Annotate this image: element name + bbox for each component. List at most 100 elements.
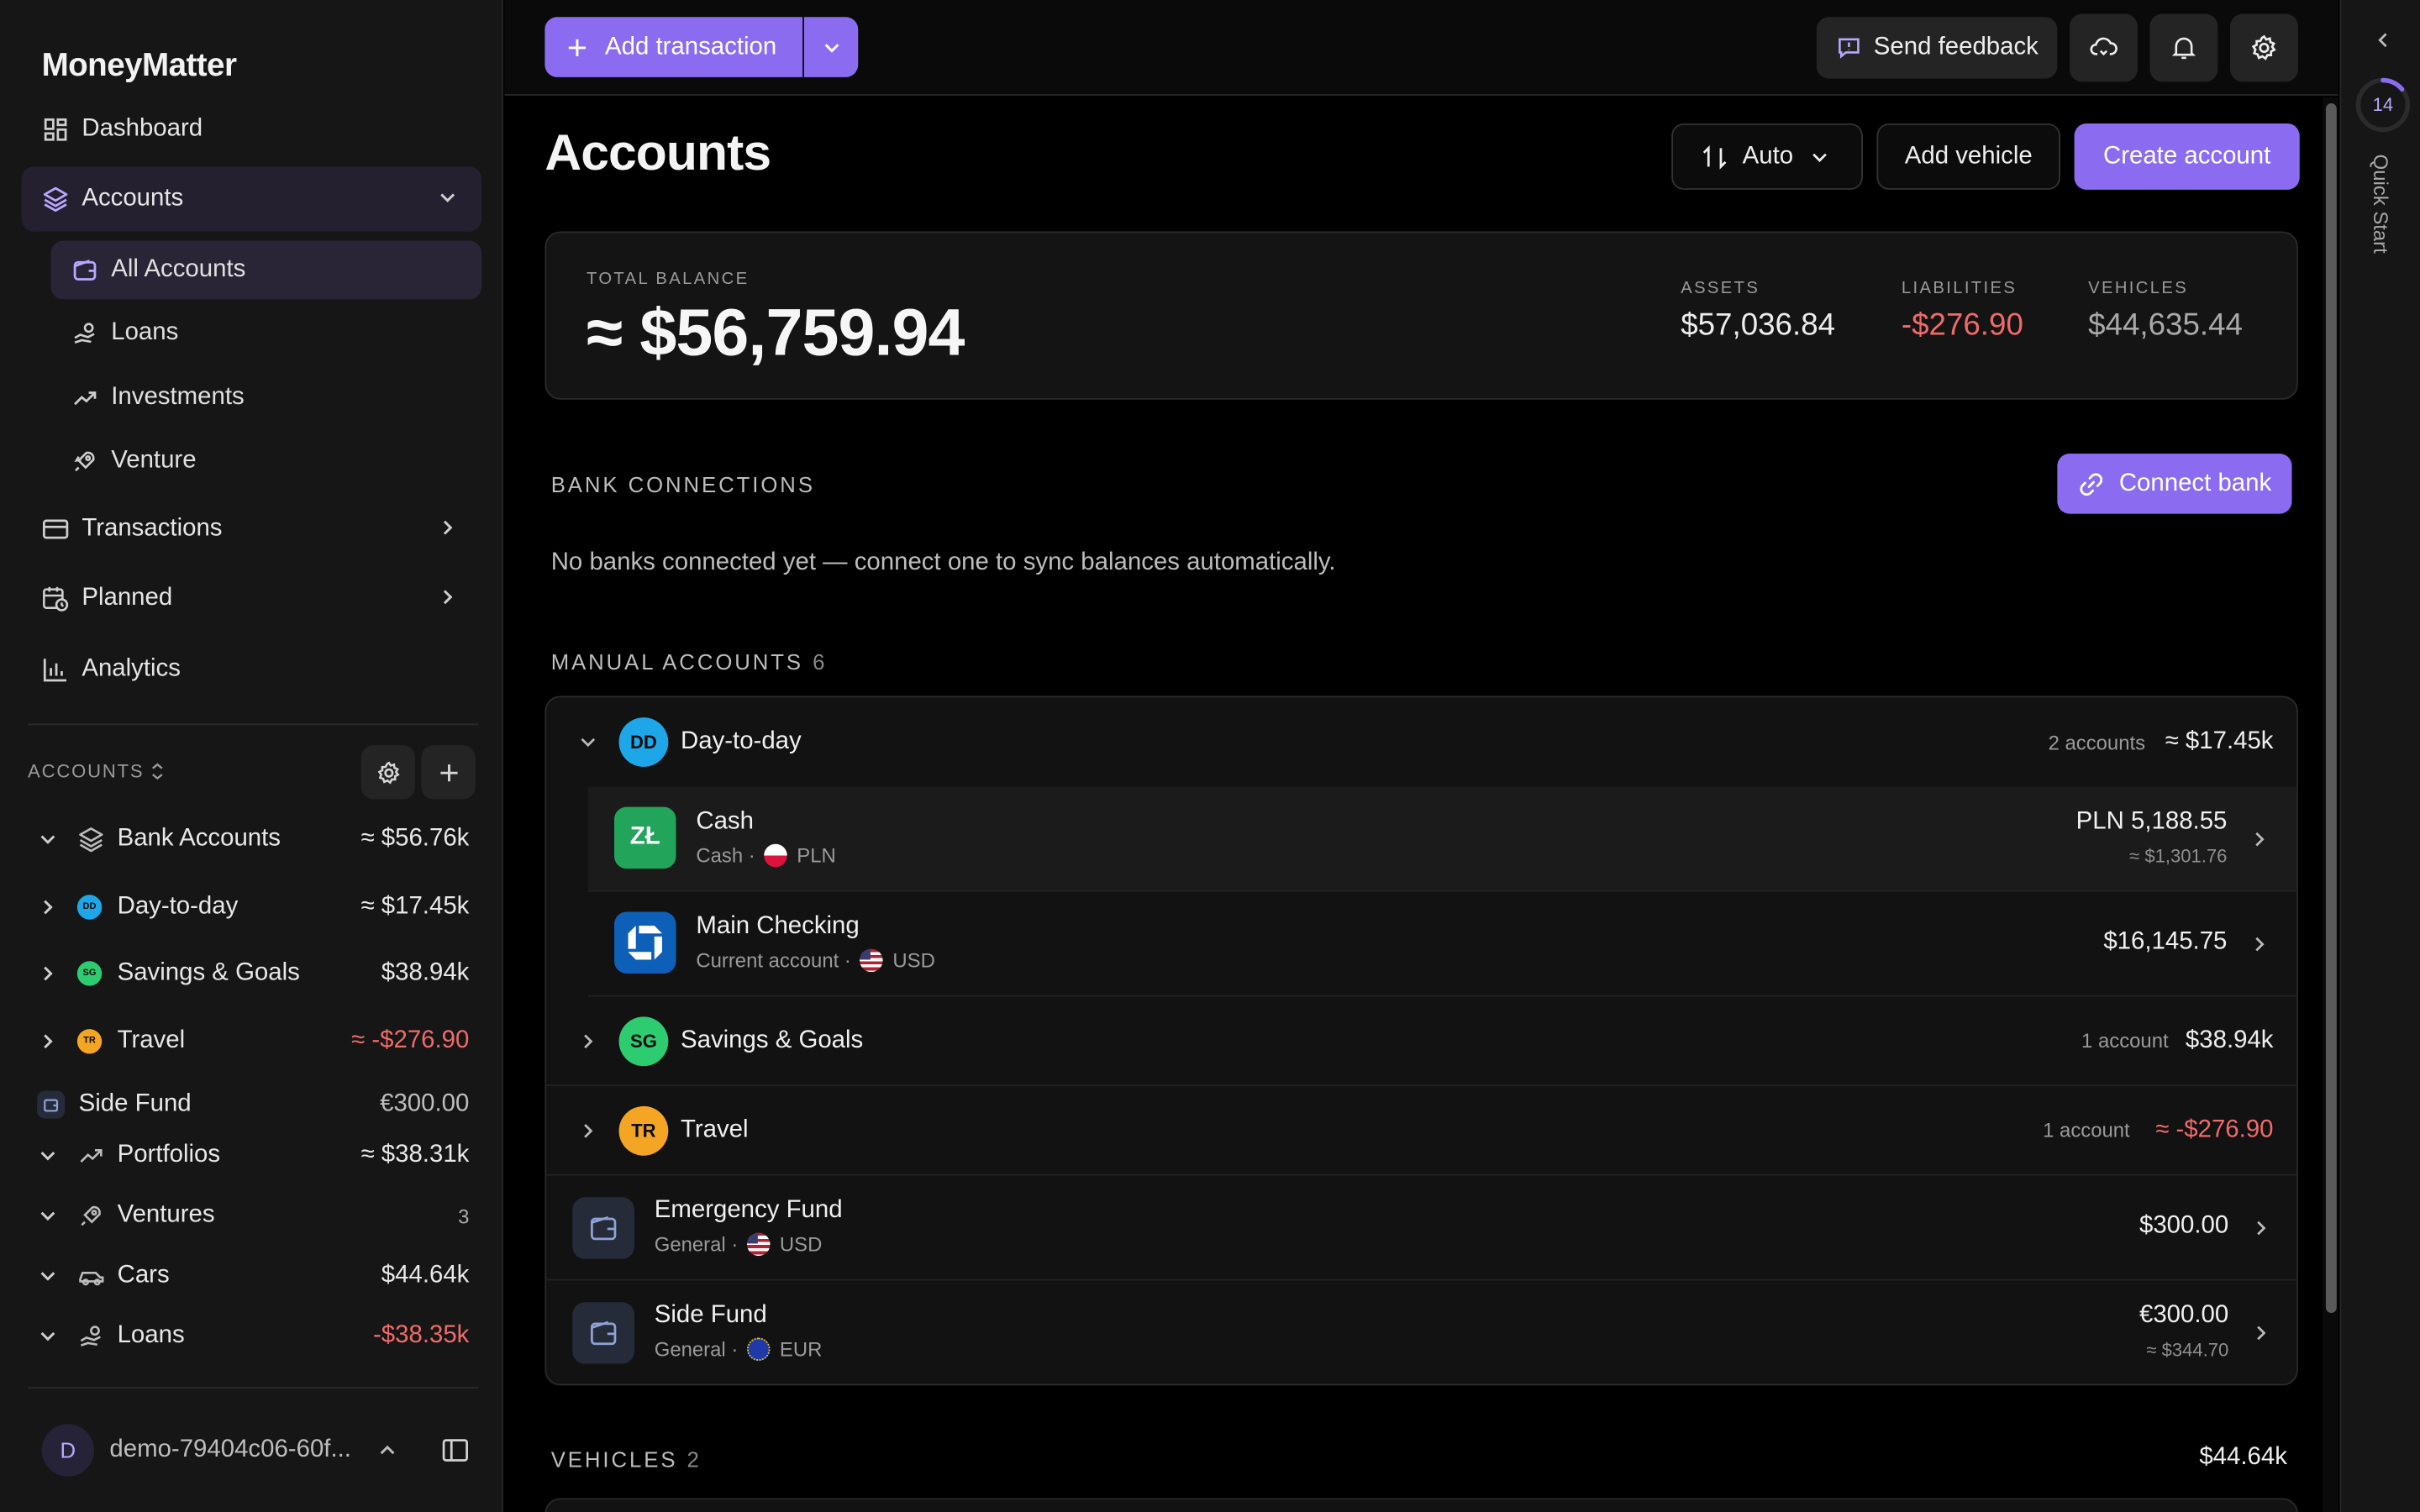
account-converted: ≈ $344.70 (2146, 1339, 2229, 1361)
settings-button[interactable] (2230, 13, 2298, 82)
send-feedback-button[interactable]: Send feedback (1816, 17, 2058, 79)
car-icon (77, 1262, 105, 1289)
tree-row-loans[interactable]: Loans -$38.35k (28, 1310, 476, 1362)
account-currency: EUR (779, 1337, 823, 1361)
add-vehicle-button[interactable]: Add vehicle (1876, 123, 2061, 190)
group-row-day-to-day[interactable]: DD Day-to-day 2 accounts ≈ $17.45k (546, 697, 2296, 787)
sidebar-item-analytics[interactable]: Analytics (22, 638, 481, 702)
hand-coins-icon (77, 1322, 105, 1350)
tree-value: ≈ -$276.90 (351, 1027, 470, 1054)
scroll-thumb[interactable] (2325, 103, 2337, 1314)
sidebar-item-label: Investments (111, 384, 245, 411)
chevron-down-icon (37, 1205, 59, 1226)
no-banks-message: No banks connected yet — connect one to … (550, 549, 1336, 576)
main-scrollbar[interactable] (2323, 97, 2338, 1512)
add-transaction-dropdown[interactable] (803, 17, 859, 77)
tree-row-side-fund[interactable]: Side Fund €300.00 (28, 1079, 476, 1131)
sidebar-item-planned[interactable]: Planned (22, 566, 481, 631)
sidebar-item-label: Loans (111, 319, 179, 346)
tree-row-portfolios[interactable]: Portfolios ≈ $38.31k (28, 1129, 476, 1181)
chevron-right-icon (37, 963, 59, 984)
notifications-button[interactable] (2149, 13, 2218, 82)
sidebar-item-venture[interactable]: Venture (51, 432, 481, 491)
manual-accounts-heading: MANUAL ACCOUNTS 6 (551, 649, 825, 674)
sidebar: MoneyMatter Dashboard Accounts All Accou… (0, 0, 503, 1512)
trending-up-icon (77, 1142, 105, 1169)
tree-row-ventures[interactable]: Ventures 3 (28, 1189, 476, 1242)
total-balance-label: TOTAL BALANCE (586, 270, 750, 289)
account-name: Main Checking (696, 913, 860, 940)
account-name: Cash (696, 808, 754, 835)
add-transaction-button[interactable]: Add transaction (544, 17, 803, 77)
tree-row-bank-accounts[interactable]: Bank Accounts ≈ $56.76k (28, 813, 476, 865)
account-meta: General · EUR (655, 1337, 823, 1361)
group-row-savings-goals[interactable]: SG Savings & Goals 1 account $38.94k (546, 997, 2297, 1087)
plus-icon (438, 761, 460, 783)
vehicles-total: $44.64k (2199, 1444, 2287, 1471)
chevron-right-icon (2250, 1322, 2272, 1344)
sidebar-item-transactions[interactable]: Transactions (22, 496, 481, 561)
account-row-cash[interactable]: ZŁ Cash Cash · PLN PLN 5,188.55 ≈ $1,301… (587, 786, 2297, 892)
vehicles-section-label: VEHICLES (550, 1446, 678, 1473)
total-balance-value: ≈ $56,759.94 (586, 296, 965, 370)
chevron-down-icon (37, 1326, 59, 1347)
tree-label: Day-to-day (117, 893, 239, 920)
connect-bank-button[interactable]: Connect bank (2057, 453, 2292, 514)
sidebar-item-dashboard[interactable]: Dashboard (22, 97, 481, 162)
message-icon (1837, 35, 1861, 60)
group-total: ≈ -$276.90 (2155, 1116, 2274, 1143)
group-count: 1 account (2043, 1118, 2130, 1142)
account-type: Current account · (696, 948, 851, 973)
chevron-left-icon[interactable] (2372, 29, 2394, 51)
chevron-down-icon (435, 185, 460, 209)
chevron-right-icon (37, 896, 59, 918)
chevron-right-icon (435, 585, 460, 609)
account-amount: $300.00 (2139, 1212, 2229, 1239)
vehicles-stat: VEHICLES $44,635.44 (2088, 279, 2243, 344)
quick-start-label[interactable]: Quick Start (2369, 155, 2392, 254)
tree-row-travel[interactable]: TR Travel ≈ -$276.90 (28, 1016, 476, 1068)
sync-button[interactable] (2070, 13, 2138, 82)
chevron-right-icon (2249, 828, 2270, 850)
tree-row-cars[interactable]: Cars $44.64k (28, 1250, 476, 1302)
account-name: Emergency Fund (654, 1197, 843, 1224)
tree-row-savings-goals[interactable]: SG Savings & Goals $38.94k (28, 948, 476, 1000)
user-name: demo-79404c06-60f... (109, 1436, 351, 1463)
add-account-button[interactable] (421, 745, 476, 800)
sidebar-item-loans[interactable]: Loans (51, 304, 481, 363)
bar-chart-icon (42, 656, 70, 684)
tree-row-day-to-day[interactable]: DD Day-to-day ≈ $17.45k (28, 881, 476, 933)
sidebar-item-all-accounts[interactable]: All Accounts (50, 240, 482, 300)
add-transaction-label: Add transaction (604, 33, 777, 60)
create-account-button[interactable]: Create account (2074, 123, 2300, 190)
tree-value: ≈ $17.45k (360, 893, 470, 920)
liabilities-label: LIABILITIES (1901, 279, 2018, 298)
tree-value: ≈ $56.76k (360, 825, 470, 852)
accounts-heading-label: ACCOUNTS (28, 760, 145, 783)
sort-select[interactable]: Auto (1671, 123, 1863, 190)
chevron-up-icon (376, 1440, 398, 1462)
sidebar-divider (28, 1387, 479, 1389)
group-badge: DD (618, 717, 669, 767)
sidebar-toggle-icon[interactable] (441, 1436, 469, 1464)
group-total: ≈ $17.45k (2165, 727, 2274, 755)
bank-connections-heading: BANK CONNECTIONS (550, 472, 815, 497)
account-meta: Cash · PLN (696, 843, 836, 868)
accounts-section-heading[interactable]: ACCOUNTS (28, 760, 166, 783)
account-row-emergency-fund[interactable]: Emergency Fund General · USD $300.00 (546, 1176, 2297, 1281)
account-row-side-fund[interactable]: Side Fund General · EUR €300.00 ≈ $344.7… (546, 1280, 2296, 1383)
account-row-main-checking[interactable]: Main Checking Current account · USD $16,… (587, 892, 2297, 997)
accounts-settings-button[interactable] (360, 745, 416, 800)
user-menu[interactable]: D demo-79404c06-60f... (28, 1416, 476, 1484)
balance-summary-card: TOTAL BALANCE ≈ $56,759.94 ASSETS $57,03… (544, 231, 2298, 400)
tree-value: -$38.35k (373, 1322, 470, 1349)
sidebar-item-accounts[interactable]: Accounts (21, 166, 482, 232)
bank-logo-icon (614, 911, 676, 974)
account-meta: Current account · USD (696, 948, 935, 973)
layers-icon (42, 185, 70, 213)
sidebar-item-investments[interactable]: Investments (51, 369, 481, 428)
quick-start-rail: 14 Quick Start (2339, 0, 2420, 1512)
group-row-travel[interactable]: TR Travel 1 account ≈ -$276.90 (546, 1086, 2297, 1176)
assets-stat: ASSETS $57,036.84 (1681, 279, 1835, 344)
chevron-down-icon (1809, 146, 1831, 168)
